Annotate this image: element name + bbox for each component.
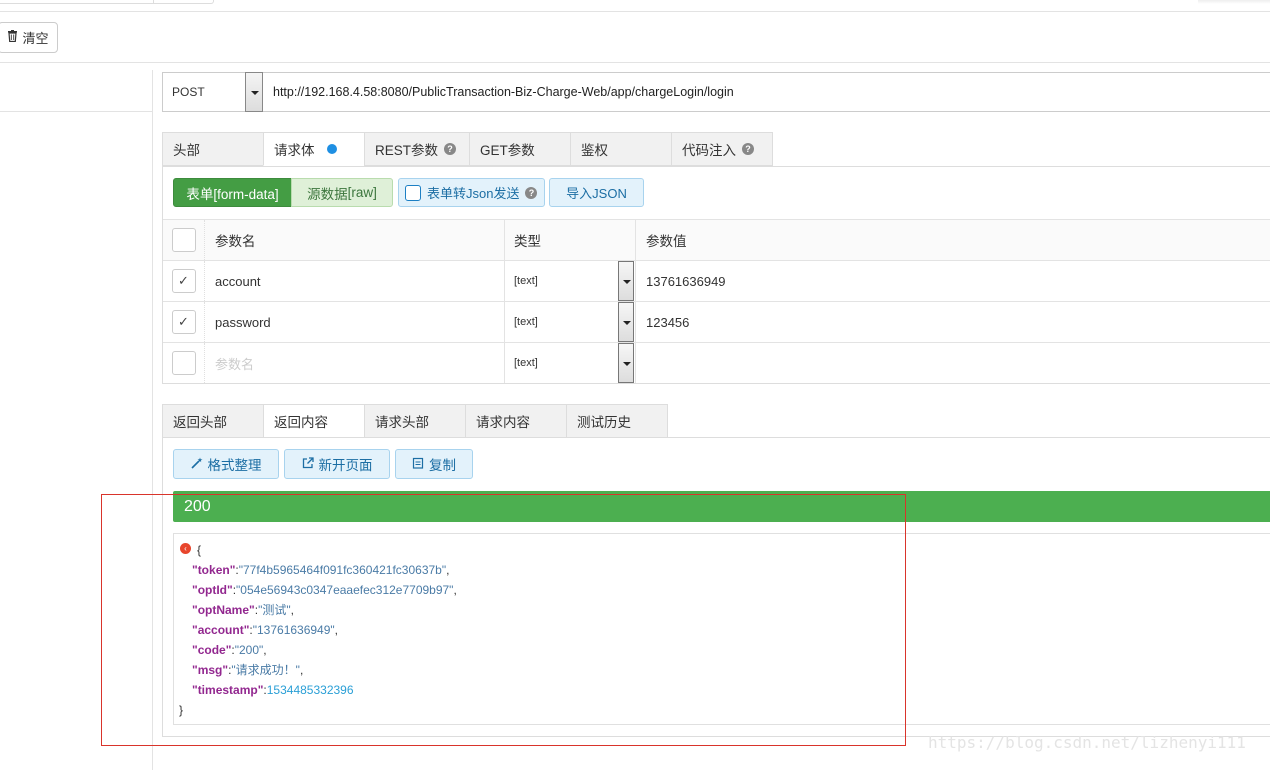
table-row-empty: 参数名 [text] bbox=[163, 342, 1270, 383]
highlight-annotation-box bbox=[101, 494, 906, 746]
tab-body[interactable]: 请求体 bbox=[263, 132, 365, 166]
help-icon[interactable]: ? bbox=[444, 143, 457, 155]
tab-request-content[interactable]: 请求内容 bbox=[465, 404, 567, 438]
copy-icon bbox=[412, 457, 424, 472]
row-checkbox[interactable] bbox=[171, 351, 196, 375]
tab-label: 返回内容 bbox=[274, 415, 328, 430]
url-value: http://192.168.4.58:8080/PublicTransacti… bbox=[273, 85, 734, 99]
raw-suffix: [raw] bbox=[347, 185, 377, 200]
select-all-cell bbox=[163, 220, 204, 260]
tab-label: 请求体 bbox=[274, 143, 315, 158]
param-value-input[interactable]: 13761636949 bbox=[635, 261, 1270, 301]
tab-get-params[interactable]: GET参数 bbox=[469, 132, 571, 166]
top-tab-fragment[interactable] bbox=[154, 0, 214, 4]
tab-rest-params[interactable]: REST参数 ? bbox=[364, 132, 470, 166]
external-link-icon bbox=[302, 456, 314, 472]
raw-mode-button[interactable]: 源数据 [raw] bbox=[291, 178, 393, 207]
clear-button[interactable]: 清空 bbox=[0, 22, 58, 53]
new-page-label: 新开页面 bbox=[318, 458, 373, 473]
clear-button-label: 清空 bbox=[22, 31, 49, 46]
form-data-mode-button[interactable]: 表单[form-data] bbox=[173, 178, 292, 207]
format-label: 格式整理 bbox=[207, 458, 262, 473]
type-dropdown-arrow-icon[interactable] bbox=[618, 302, 634, 342]
url-input[interactable]: http://192.168.4.58:8080/PublicTransacti… bbox=[263, 72, 1270, 112]
param-value-input[interactable]: 123456 bbox=[635, 302, 1270, 342]
toolbar-divider bbox=[0, 62, 1270, 63]
top-right-edge bbox=[1198, 0, 1270, 4]
param-name-input[interactable]: account bbox=[204, 261, 504, 301]
import-json-button[interactable]: 导入JSON bbox=[549, 178, 644, 207]
param-type-select[interactable]: [text] bbox=[504, 261, 634, 301]
active-dot-icon bbox=[326, 144, 337, 154]
trash-icon bbox=[7, 30, 18, 45]
form-to-json-label: 表单转Json发送 bbox=[427, 186, 520, 201]
header-param-value: 参数值 bbox=[635, 220, 1270, 260]
param-value-input[interactable] bbox=[635, 343, 1270, 383]
param-type-select[interactable]: [text] bbox=[504, 343, 634, 383]
open-new-page-button[interactable]: 新开页面 bbox=[284, 449, 390, 479]
raw-label: 源数据 bbox=[307, 186, 348, 202]
tab-label: REST参数 bbox=[375, 143, 439, 158]
select-all-checkbox[interactable] bbox=[171, 228, 196, 252]
param-name-input[interactable]: password bbox=[204, 302, 504, 342]
help-icon[interactable]: ? bbox=[742, 143, 754, 155]
param-name-input[interactable]: 参数名 bbox=[204, 343, 504, 383]
tab-label: 测试历史 bbox=[577, 415, 631, 430]
top-tab-fragment[interactable] bbox=[0, 0, 154, 4]
table-row: ✓ account [text] 13761636949 bbox=[163, 260, 1270, 301]
watermark: https://blog.csdn.net/lizhenyi111 bbox=[928, 733, 1246, 752]
row-check-cell: ✓ bbox=[163, 261, 204, 301]
tab-response-body[interactable]: 返回内容 bbox=[263, 404, 365, 438]
tab-label: 请求头部 bbox=[375, 415, 429, 430]
method-dropdown-arrow-icon[interactable] bbox=[245, 72, 263, 112]
type-dropdown-arrow-icon[interactable] bbox=[618, 343, 634, 383]
copy-button[interactable]: 复制 bbox=[395, 449, 473, 479]
tab-label: GET参数 bbox=[480, 143, 535, 158]
header-type: 类型 bbox=[504, 220, 634, 260]
tab-auth[interactable]: 鉴权 bbox=[570, 132, 672, 166]
row-checkbox[interactable]: ✓ bbox=[171, 310, 196, 334]
type-dropdown-arrow-icon[interactable] bbox=[618, 261, 634, 301]
tab-code-injection[interactable]: 代码注入 ? bbox=[671, 132, 773, 166]
tab-label: 请求内容 bbox=[476, 415, 530, 430]
tab-request-headers[interactable]: 请求头部 bbox=[364, 404, 466, 438]
method-value: POST bbox=[172, 85, 205, 99]
param-type-select[interactable]: [text] bbox=[504, 302, 634, 342]
form-to-json-toggle[interactable]: 表单转Json发送 ? bbox=[398, 178, 545, 207]
help-icon[interactable]: ? bbox=[525, 186, 538, 199]
tab-label: 鉴权 bbox=[581, 143, 608, 158]
row-check-cell bbox=[163, 343, 204, 383]
tab-label: 代码注入 bbox=[682, 143, 736, 158]
params-table-header: 参数名 类型 参数值 bbox=[163, 219, 1270, 260]
import-json-label: 导入JSON bbox=[566, 186, 627, 201]
form-to-json-checkbox[interactable] bbox=[405, 184, 421, 201]
format-button[interactable]: 格式整理 bbox=[173, 449, 279, 479]
row-check-cell: ✓ bbox=[163, 302, 204, 342]
magic-wand-icon bbox=[190, 457, 203, 472]
header-param-name: 参数名 bbox=[204, 220, 504, 260]
tab-response-headers[interactable]: 返回头部 bbox=[162, 404, 264, 438]
sidebar-item[interactable] bbox=[0, 70, 152, 112]
tab-headers[interactable]: 头部 bbox=[162, 132, 264, 166]
table-row: ✓ password [text] 123456 bbox=[163, 301, 1270, 342]
copy-label: 复制 bbox=[429, 458, 456, 473]
tab-label: 返回头部 bbox=[173, 415, 227, 430]
tab-label: 头部 bbox=[173, 143, 200, 158]
tab-test-history[interactable]: 测试历史 bbox=[566, 404, 668, 438]
row-checkbox[interactable]: ✓ bbox=[171, 269, 196, 293]
form-data-label: 表单[form-data] bbox=[186, 186, 279, 202]
